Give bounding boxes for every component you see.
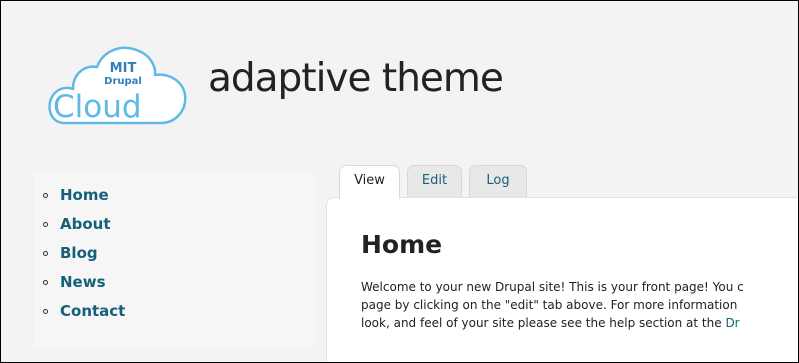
- welcome-text-line-3: look, and feel of your site please see t…: [361, 314, 798, 332]
- sidebar-item-news: News: [42, 272, 125, 301]
- logo-text-cloud: Cloud: [53, 89, 142, 125]
- bullet-icon: [43, 251, 48, 256]
- nav-link-about[interactable]: About: [60, 215, 111, 233]
- welcome-text-line-2: page by clicking on the "edit" tab above…: [361, 298, 738, 312]
- sidebar-item-home: Home: [42, 185, 125, 214]
- site-logo[interactable]: MIT Drupal Cloud: [43, 29, 193, 129]
- welcome-text-line-3-text: look, and feel of your site please see t…: [361, 316, 726, 330]
- help-link[interactable]: Dr: [725, 316, 739, 330]
- sidebar-nav: Home About Blog News Contact: [34, 172, 316, 348]
- welcome-text: Welcome to your new Drupal site! This is…: [361, 278, 798, 332]
- tab-log[interactable]: Log: [469, 165, 527, 198]
- page-title: Home: [361, 230, 443, 259]
- bullet-icon: [43, 193, 48, 198]
- nav-link-news[interactable]: News: [60, 273, 106, 291]
- nav-menu: Home About Blog News Contact: [42, 185, 125, 330]
- nav-link-blog[interactable]: Blog: [60, 244, 98, 262]
- bullet-icon: [43, 280, 48, 285]
- sidebar-item-contact: Contact: [42, 301, 125, 330]
- nav-link-home[interactable]: Home: [60, 186, 109, 204]
- logo-text-drupal: Drupal: [104, 76, 142, 87]
- site-name[interactable]: adaptive theme: [208, 56, 504, 101]
- bullet-icon: [43, 222, 48, 227]
- nav-link-contact[interactable]: Contact: [60, 302, 125, 320]
- tab-edit[interactable]: Edit: [407, 165, 462, 198]
- tab-view[interactable]: View: [339, 165, 400, 199]
- welcome-text-line-1: Welcome to your new Drupal site! This is…: [361, 280, 744, 294]
- main-content: Home Welcome to your new Drupal site! Th…: [326, 197, 798, 362]
- logo-text-mit: MIT: [110, 61, 137, 76]
- bullet-icon: [43, 309, 48, 314]
- page-frame: MIT Drupal Cloud adaptive theme Home Abo…: [0, 0, 799, 363]
- sidebar-item-about: About: [42, 214, 125, 243]
- sidebar-item-blog: Blog: [42, 243, 125, 272]
